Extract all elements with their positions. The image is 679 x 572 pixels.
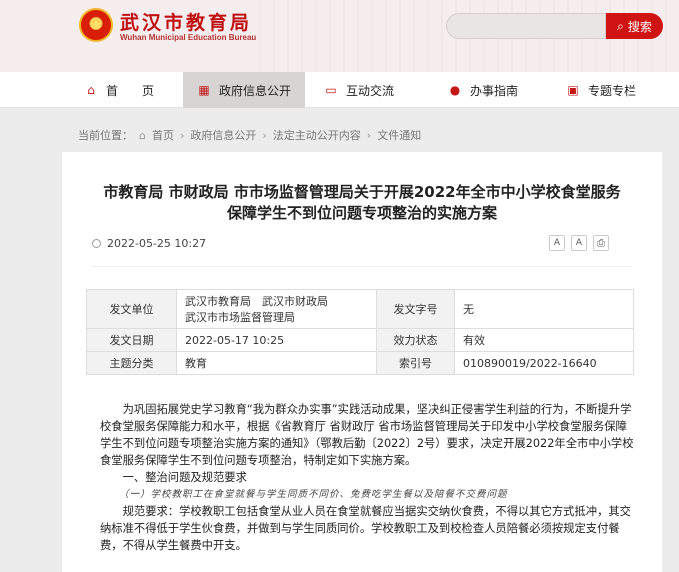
- article-panel: 市教育局 市财政局 市市场监督管理局关于开展2022年全市中小学校食堂服务 保障…: [62, 152, 662, 572]
- divider: [92, 266, 632, 267]
- publish-datetime: 2022-05-25 10:27: [107, 237, 207, 250]
- date-label: 发文日期: [86, 328, 177, 352]
- breadcrumb-separator: ›: [179, 128, 185, 142]
- calendar-icon: ▦: [198, 83, 210, 97]
- topic-label: 主题分类: [86, 351, 177, 375]
- article-meta: 2022-05-25 10:27: [92, 237, 206, 250]
- nav-item-interaction[interactable]: ▭ 互动交流: [324, 72, 394, 108]
- chat-icon: ▭: [325, 83, 337, 97]
- clock-icon: [92, 239, 101, 248]
- breadcrumb: 当前位置： ⌂ 首页 › 政府信息公开 › 法定主动公开内容 › 文件通知: [78, 127, 421, 143]
- breadcrumb-separator: ›: [366, 128, 372, 142]
- home-icon: ⌂: [139, 128, 146, 142]
- print-button[interactable]: ⎙: [593, 235, 609, 251]
- home-icon: ⌂: [87, 83, 95, 97]
- font-size-large-button[interactable]: A: [549, 235, 565, 251]
- font-size-large-label: A: [553, 238, 561, 248]
- table-row: 主题分类 教育 索引号 010890019/2022-16640: [86, 351, 634, 375]
- article-body: 为巩固拓展党史学习教育“我为群众办实事”实践活动成果，坚决纠正侵害学生利益的行为…: [100, 401, 636, 554]
- article-title-line: 保障学生不到位问题专项整治的实施方案: [226, 204, 497, 222]
- paragraph: 规范要求：学校教职工包括食堂从业人员在食堂就餐应当据实交纳伙食费，不得以其它方式…: [100, 505, 631, 552]
- bookmark-icon: ▣: [567, 83, 579, 97]
- search-input[interactable]: [447, 14, 605, 38]
- font-size-small-button[interactable]: A: [571, 235, 587, 251]
- doc-number-value: 无: [454, 289, 634, 329]
- nav-label: 专题专栏: [588, 83, 637, 98]
- site-subtitle: Wuhan Municipal Education Bureau: [120, 33, 257, 42]
- breadcrumb-link-notices[interactable]: 文件通知: [377, 127, 421, 143]
- publisher-value: 武汉市教育局 武汉市财政局 武汉市市场监督管理局: [176, 289, 377, 329]
- article-title: 市教育局 市财政局 市市场监督管理局关于开展2022年全市中小学校食堂服务 保障…: [62, 182, 662, 224]
- nav-item-home[interactable]: ⌂ 首 页: [84, 72, 154, 108]
- site-header: ★ 武汉市教育局 Wuhan Municipal Education Burea…: [0, 0, 679, 72]
- nav-item-gov-info[interactable]: ▦ 政府信息公开: [183, 72, 306, 108]
- breadcrumb-prefix: 当前位置：: [78, 129, 133, 142]
- nav-item-special[interactable]: ▣ 专题专栏: [566, 72, 636, 108]
- publisher-line: 武汉市市场监督管理局: [185, 311, 295, 324]
- user-icon: ●: [449, 83, 461, 97]
- nav-label: 首 页: [106, 83, 155, 98]
- breadcrumb-link-gov-info[interactable]: 政府信息公开: [190, 127, 256, 143]
- nav-label: 政府信息公开: [219, 83, 292, 98]
- section-heading: 一、整治问题及规范要求: [122, 471, 247, 484]
- national-emblem-icon: ★: [79, 8, 113, 42]
- table-row: 发文单位 武汉市教育局 武汉市财政局 武汉市市场监督管理局 发文字号 无: [86, 289, 634, 329]
- search-button[interactable]: ⌕ 搜索: [606, 13, 663, 39]
- document-info-table: 发文单位 武汉市教育局 武汉市财政局 武汉市市场监督管理局 发文字号 无 发文日…: [86, 289, 634, 375]
- index-label: 索引号: [376, 351, 455, 375]
- breadcrumb-separator: ›: [262, 128, 267, 142]
- sub-heading: （一）学校教职工在食堂就餐与学生同质不同价、免费吃学生餐以及陪餐不交费问题: [119, 489, 508, 500]
- article-title-line: 市教育局 市财政局 市市场监督管理局关于开展2022年全市中小学校食堂服务: [103, 183, 621, 201]
- site-title[interactable]: 武汉市教育局: [120, 8, 252, 35]
- table-row: 发文日期 2022-05-17 10:25 效力状态 有效: [86, 328, 634, 352]
- search-box: [446, 13, 606, 39]
- nav-label: 办事指南: [470, 83, 519, 98]
- status-value: 有效: [454, 328, 634, 352]
- publisher-label: 发文单位: [86, 289, 177, 329]
- nav-item-guide[interactable]: ● 办事指南: [448, 72, 518, 108]
- search-icon: ⌕: [617, 18, 624, 33]
- publisher-line: 武汉市教育局 武汉市财政局: [185, 295, 328, 308]
- doc-number-label: 发文字号: [376, 289, 455, 329]
- breadcrumb-link-home[interactable]: 首页: [152, 127, 174, 143]
- index-value: 010890019/2022-16640: [454, 351, 634, 375]
- topic-value: 教育: [176, 351, 377, 375]
- status-label: 效力状态: [376, 328, 455, 352]
- font-size-small-label: A: [575, 238, 583, 248]
- search-button-label: 搜索: [627, 19, 652, 34]
- paragraph: 为巩固拓展党史学习教育“我为群众办实事”实践活动成果，坚决纠正侵害学生利益的行为…: [100, 403, 634, 467]
- date-value: 2022-05-17 10:25: [176, 328, 377, 352]
- main-nav: ⌂ 首 页 ▦ 政府信息公开 ▭ 互动交流 ● 办事指南 ▣ 专题专栏: [0, 72, 679, 108]
- nav-label: 互动交流: [346, 83, 395, 98]
- print-icon: ⎙: [597, 237, 605, 249]
- breadcrumb-link-statutory[interactable]: 法定主动公开内容: [273, 127, 361, 143]
